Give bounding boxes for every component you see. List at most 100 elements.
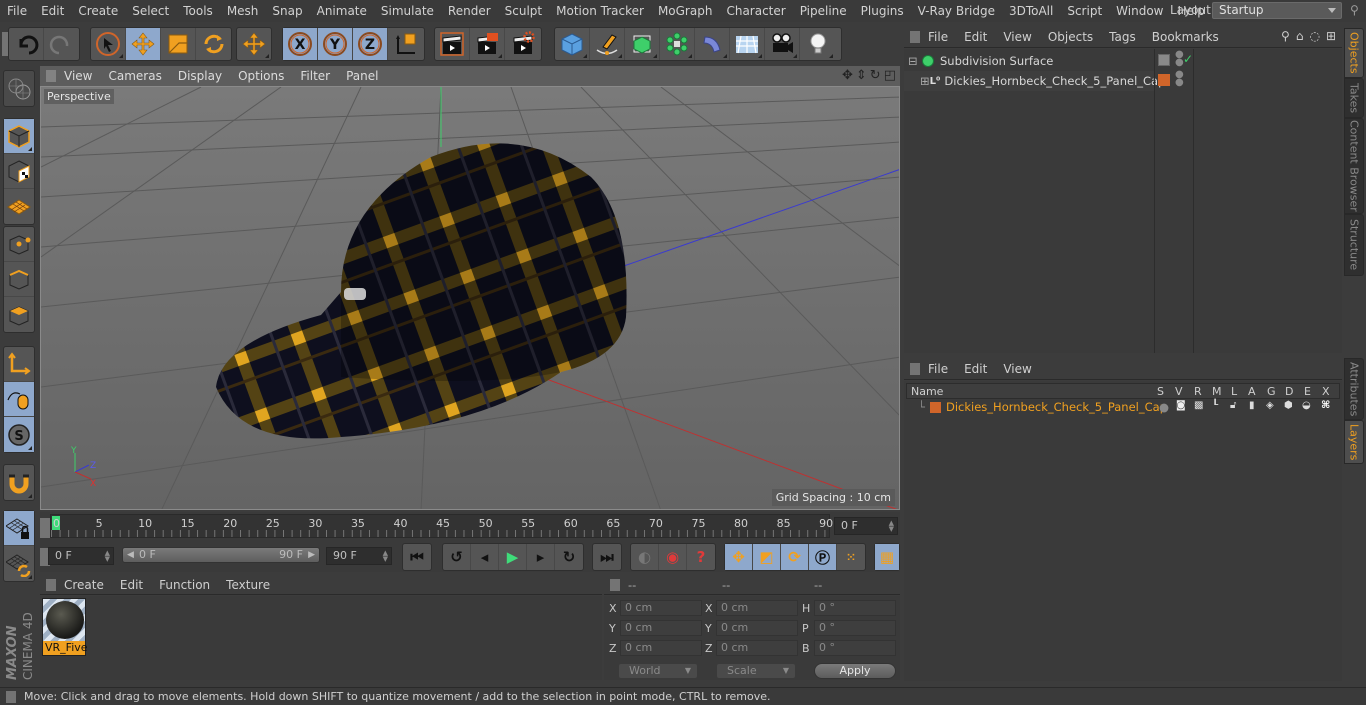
goto-end-button[interactable]: ⏭ [593,544,621,570]
tweak-mode-button[interactable] [4,382,34,417]
layers-menu-file[interactable]: File [920,362,956,376]
record-key-button[interactable]: ◐ [631,544,659,570]
timeline-grip[interactable] [40,518,50,538]
size-x-field[interactable]: 0 cm [716,600,798,616]
range-left-arrow-icon[interactable]: ◀ [127,548,134,562]
current-frame-field[interactable]: 0 F ▲ ▼ [834,517,898,535]
end-frame-field[interactable]: 90 F ▲ ▼ [326,547,392,565]
menu-tools[interactable]: Tools [176,4,220,18]
coordinates-grip[interactable] [610,579,620,591]
menu-create[interactable]: Create [71,4,125,18]
add-cloner-button[interactable] [660,28,695,60]
coordinate-system-button[interactable] [388,28,423,60]
menu-script[interactable]: Script [1060,4,1109,18]
goto-start-button[interactable]: ⏮ [403,544,431,570]
material-menu-edit[interactable]: Edit [112,578,151,592]
texture-mode-button[interactable] [4,154,34,189]
workplane-mode-button[interactable] [4,189,34,224]
material-menu-function[interactable]: Function [151,578,218,592]
viewport-menu-filter[interactable]: Filter [292,69,338,83]
viewport-menu-cameras[interactable]: Cameras [100,69,169,83]
pos-x-field[interactable]: 0 cm [620,600,702,616]
menu-character[interactable]: Character [719,4,792,18]
column-locked[interactable]: L [1231,385,1237,398]
objects-menu-bookmarks[interactable]: Bookmarks [1144,30,1227,44]
pos-z-field[interactable]: 0 cm [620,640,702,656]
view-eye-icon[interactable]: ◙ [1176,400,1186,411]
render-view-button[interactable] [435,28,470,60]
recent-tool-button[interactable] [237,28,271,60]
apply-button[interactable]: Apply [814,663,896,679]
menu-mograph[interactable]: MoGraph [651,4,720,18]
layer-color-swatch[interactable] [930,402,941,413]
tab-content-browser[interactable]: Content Browser [1344,118,1364,214]
range-right-arrow-icon[interactable]: ▶ [308,548,315,562]
rot-p-field[interactable]: 0 ° [814,620,896,636]
add-deformer-button[interactable] [695,28,730,60]
enabled-check-icon[interactable]: ✓ [1183,52,1193,66]
column-deformers[interactable]: D [1285,385,1293,398]
manager-tree-icon[interactable]: ┖ [1212,400,1218,411]
y-axis-lock-button[interactable]: Y [318,28,353,60]
z-axis-lock-button[interactable]: Z [353,28,388,60]
eye-icon[interactable]: ◌ [1309,29,1319,43]
edges-mode-button[interactable] [4,262,34,297]
rotation-track-button[interactable]: ⟳ [781,544,809,570]
solo-icon[interactable]: ● [1159,400,1169,414]
size-y-field[interactable]: 0 cm [716,620,798,636]
live-selection-button[interactable] [91,28,126,60]
dolly-icon[interactable]: ⇕ [856,68,867,83]
x-axis-lock-button[interactable]: X [283,28,318,60]
menu-animate[interactable]: Animate [310,4,374,18]
add-light-button[interactable] [800,28,835,60]
polygons-mode-button[interactable] [4,297,34,332]
undo-button[interactable] [9,28,44,60]
menu-select[interactable]: Select [125,4,176,18]
next-frame-button[interactable]: ▸ [527,544,555,570]
make-editable-button[interactable] [4,71,34,106]
animation-icon[interactable]: ▮ [1249,400,1255,411]
material-grip[interactable] [46,578,56,591]
menu-simulate[interactable]: Simulate [374,4,441,18]
viewport-menu-panel[interactable]: Panel [338,69,386,83]
menu-snap[interactable]: Snap [265,4,309,18]
column-view[interactable]: V [1175,385,1183,398]
tab-objects[interactable]: Objects [1344,28,1364,78]
tab-takes[interactable]: Takes [1344,78,1364,118]
material-swatch[interactable]: VR_Five [42,598,88,656]
column-solo[interactable]: S [1157,385,1164,398]
column-expressions[interactable]: E [1304,385,1311,398]
size-mode-dropdown[interactable]: Scale ▼ [716,663,796,679]
snap-button[interactable]: S [4,417,34,452]
lock-open-icon[interactable]: 🔓︎ [1230,400,1236,411]
generator-icon[interactable]: ◈ [1266,400,1274,411]
tab-structure[interactable]: Structure [1344,214,1364,276]
parameter-track-button[interactable]: Ⓟ [809,544,837,570]
column-animation[interactable]: A [1248,385,1256,398]
scale-tool-button[interactable] [161,28,196,60]
column-render[interactable]: R [1194,385,1202,398]
render-settings-button[interactable] [505,28,540,60]
expression-icon[interactable]: ◒ [1302,400,1311,411]
render-picture-viewer-button[interactable] [470,28,505,60]
redo-button[interactable] [44,28,79,60]
pos-y-field[interactable]: 0 cm [620,620,702,636]
layers-menu-view[interactable]: View [995,362,1039,376]
viewport-menu-view[interactable]: View [56,69,100,83]
timeline-ruler[interactable]: 0 5 10 15 20 25 30 35 40 45 50 55 60 65 70 75 80 85 90 [50,514,833,538]
spinner-icon[interactable]: ▲ ▼ [383,550,388,563]
column-manager[interactable]: M [1212,385,1222,398]
keyframe-selection-button[interactable]: ? [687,544,715,570]
play-button[interactable]: ▶ [499,544,527,570]
object-manager-grip[interactable] [910,30,920,43]
prev-key-button[interactable]: ↺ [443,544,471,570]
object-row[interactable]: ⊞ L⁰ Dickies_Hornbeck_Check_5_Panel_Cap [904,71,1165,91]
objects-menu-edit[interactable]: Edit [956,30,995,44]
size-z-field[interactable]: 0 cm [716,640,798,656]
menu-pipeline[interactable]: Pipeline [793,4,854,18]
menu-sculpt[interactable]: Sculpt [498,4,549,18]
collapse-icon[interactable]: ⊟ [908,54,920,68]
prev-frame-button[interactable]: ◂ [471,544,499,570]
model-mode-button[interactable] [4,119,34,154]
status-grip[interactable] [6,690,16,703]
